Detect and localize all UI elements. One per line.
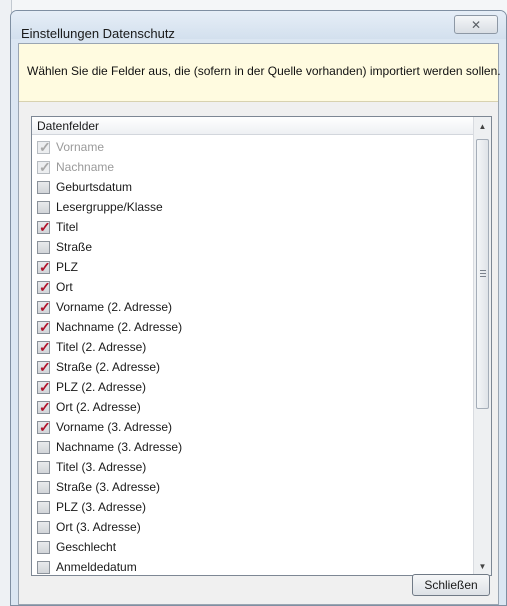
- list-item-label: Geschlecht: [56, 540, 117, 554]
- checkbox-unchecked[interactable]: [37, 500, 50, 514]
- list-item[interactable]: Geburtsdatum: [32, 177, 473, 197]
- list-item[interactable]: Vorname (3. Adresse): [32, 417, 473, 437]
- checkbox-unchecked[interactable]: [37, 560, 50, 574]
- list-item[interactable]: Vorname (2. Adresse): [32, 297, 473, 317]
- list-item-label: Nachname (3. Adresse): [56, 440, 183, 454]
- list-item[interactable]: Ort (3. Adresse): [32, 517, 473, 537]
- checkbox-checked[interactable]: [37, 339, 51, 356]
- list-item[interactable]: Titel (3. Adresse): [32, 457, 473, 477]
- list-item[interactable]: Nachname (3. Adresse): [32, 437, 473, 457]
- list-item-label: Titel: [56, 220, 79, 234]
- list-item[interactable]: Titel: [32, 217, 473, 237]
- list-item-label: Geburtsdatum: [56, 180, 133, 194]
- list-item[interactable]: Straße: [32, 237, 473, 257]
- checkbox-checked[interactable]: [37, 279, 51, 296]
- list-item-label: Ort: [56, 280, 73, 294]
- list-item-label: Titel (2. Adresse): [56, 340, 147, 354]
- checkbox-unchecked[interactable]: [37, 520, 50, 534]
- checkbox-checked[interactable]: [37, 359, 51, 376]
- dialog-content: Wählen Sie die Felder aus, die (sofern i…: [18, 43, 501, 605]
- checkbox-checked[interactable]: [37, 379, 51, 396]
- list-rows: Vorname Nachname Geburtsdatum Lesergruppe/K…: [32, 137, 473, 575]
- scroll-down-button[interactable]: ▼: [474, 557, 491, 575]
- list-item[interactable]: Ort (2. Adresse): [32, 397, 473, 417]
- list-item-label: Vorname: [56, 140, 105, 154]
- list-item[interactable]: Lesergruppe/Klasse: [32, 197, 473, 217]
- checkbox-checked[interactable]: [37, 259, 51, 276]
- list-item[interactable]: PLZ (3. Adresse): [32, 497, 473, 517]
- list-item[interactable]: PLZ (2. Adresse): [32, 377, 473, 397]
- list-item-label: Vorname (3. Adresse): [56, 420, 173, 434]
- checkbox-checked: [37, 139, 51, 156]
- checkbox-unchecked[interactable]: [37, 540, 50, 554]
- data-fields-list: Datenfelder Vorname Nachname Geburtsdatum L…: [31, 116, 492, 576]
- list-item-label: Nachname: [56, 160, 115, 174]
- scrollbar-grip-icon: [480, 270, 486, 277]
- info-text: Wählen Sie die Felder aus, die (sofern i…: [27, 64, 501, 78]
- list-item-label: Straße (3. Adresse): [56, 480, 161, 494]
- list-item-label: Ort (3. Adresse): [56, 520, 141, 534]
- list-item: Vorname: [32, 137, 473, 157]
- checkbox-checked[interactable]: [37, 219, 51, 236]
- list-item: Nachname: [32, 157, 473, 177]
- info-panel: Wählen Sie die Felder aus, die (sofern i…: [19, 44, 501, 102]
- checkbox-unchecked[interactable]: [37, 460, 50, 474]
- checkbox-checked[interactable]: [37, 419, 51, 436]
- column-header-datenfelder[interactable]: Datenfelder: [32, 117, 473, 135]
- close-icon: ✕: [470, 17, 482, 32]
- vertical-scrollbar[interactable]: ▲ ▼: [473, 117, 491, 575]
- list-item[interactable]: PLZ: [32, 257, 473, 277]
- list-item-label: Lesergruppe/Klasse: [56, 200, 163, 214]
- list-item[interactable]: Ort: [32, 277, 473, 297]
- checkbox-unchecked[interactable]: [37, 180, 50, 194]
- checkbox-checked[interactable]: [37, 299, 51, 316]
- checkbox-checked[interactable]: [37, 319, 51, 336]
- list-item[interactable]: Anmeldedatum: [32, 557, 473, 575]
- scroll-up-button[interactable]: ▲: [474, 117, 491, 135]
- list-item-label: Anmeldedatum: [56, 560, 137, 574]
- list-item-label: PLZ (2. Adresse): [56, 380, 147, 394]
- checkbox-unchecked[interactable]: [37, 440, 50, 454]
- list-item[interactable]: Geschlecht: [32, 537, 473, 557]
- checkbox-unchecked[interactable]: [37, 480, 50, 494]
- checkbox-unchecked[interactable]: [37, 240, 50, 254]
- window-close-button[interactable]: ✕: [454, 15, 498, 34]
- list-item[interactable]: Straße (2. Adresse): [32, 357, 473, 377]
- list-item-label: Nachname (2. Adresse): [56, 320, 183, 334]
- checkbox-checked[interactable]: [37, 399, 51, 416]
- list-item[interactable]: Nachname (2. Adresse): [32, 317, 473, 337]
- list-item[interactable]: Straße (3. Adresse): [32, 477, 473, 497]
- list-item-label: Vorname (2. Adresse): [56, 300, 173, 314]
- list-item-label: Titel (3. Adresse): [56, 460, 147, 474]
- list-item-label: Straße (2. Adresse): [56, 360, 161, 374]
- list-item-label: Straße: [56, 240, 93, 254]
- privacy-settings-dialog: Einstellungen Datenschutz ✕ Wählen Sie d…: [10, 10, 507, 606]
- list-item-label: PLZ (3. Adresse): [56, 500, 147, 514]
- checkbox-checked: [37, 159, 51, 176]
- title-bar[interactable]: Einstellungen Datenschutz ✕: [11, 11, 506, 41]
- list-item[interactable]: Titel (2. Adresse): [32, 337, 473, 357]
- close-button[interactable]: Schließen: [412, 574, 490, 596]
- dialog-title: Einstellungen Datenschutz: [21, 26, 175, 41]
- scrollbar-thumb[interactable]: [476, 139, 489, 409]
- list-item-label: PLZ: [56, 260, 79, 274]
- checkbox-unchecked[interactable]: [37, 200, 50, 214]
- list-item-label: Ort (2. Adresse): [56, 400, 141, 414]
